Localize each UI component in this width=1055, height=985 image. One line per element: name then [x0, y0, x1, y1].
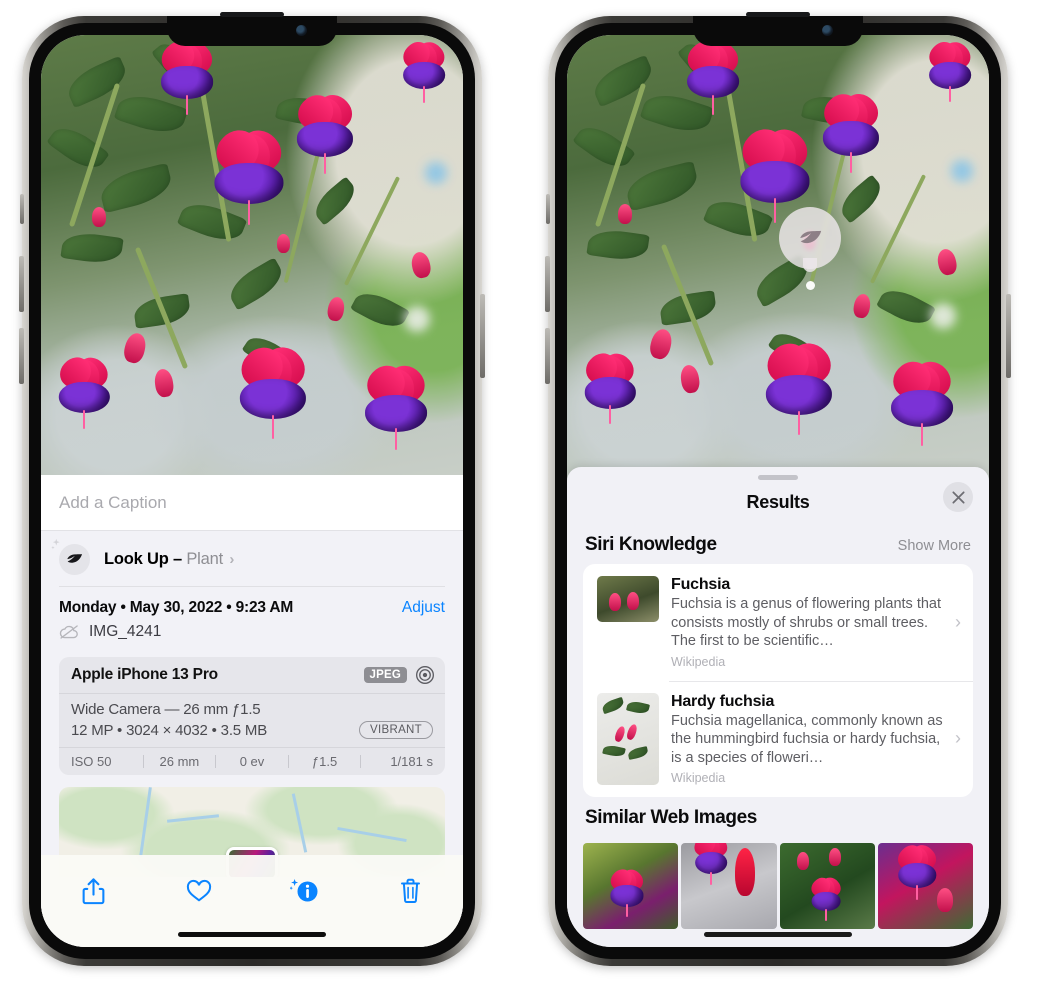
leaf-icon — [51, 538, 90, 575]
results-sheet: Results Siri Knowledge Show More Fuchsia… — [567, 467, 989, 947]
fuchsia-thumb-3[interactable] — [779, 843, 875, 930]
leaf-glyph-icon — [799, 230, 821, 243]
silent-switch[interactable] — [546, 194, 550, 224]
section-title: Siri Knowledge — [585, 534, 717, 555]
earpiece-speaker — [220, 12, 284, 17]
similar-web-images-header: Similar Web Images — [567, 797, 989, 837]
camera-device-name: Apple iPhone 13 Pro — [71, 666, 218, 683]
caption-placeholder: Add a Caption — [59, 492, 167, 512]
phone-right: Results Siri Knowledge Show More Fuchsia… — [545, 12, 1011, 966]
exif-ev: 0 ev — [239, 754, 265, 769]
camera-details-card[interactable]: Apple iPhone 13 Pro JPEG Wide Camera — 2… — [59, 657, 445, 775]
heart-icon[interactable] — [177, 871, 221, 911]
visual-lookup-dot — [806, 281, 815, 290]
cloud-slash-icon — [59, 625, 78, 639]
screenshot-root: Add a Caption Look Up – Plant › Monday •… — [0, 0, 1055, 985]
format-badge: JPEG — [363, 667, 407, 683]
adjust-button[interactable]: Adjust — [402, 599, 445, 617]
result-source: Wikipedia — [671, 771, 726, 786]
silent-switch[interactable] — [20, 194, 24, 224]
home-indicator[interactable] — [704, 932, 852, 937]
power-button[interactable] — [1006, 294, 1011, 378]
screen-left: Add a Caption Look Up – Plant › Monday •… — [41, 35, 463, 947]
look-up-subject: Plant — [186, 549, 223, 568]
front-camera — [822, 25, 833, 36]
photo-filename: IMG_4241 — [89, 623, 162, 640]
list-item[interactable]: Fuchsia Fuchsia is a genus of flowering … — [583, 564, 973, 681]
result-thumbnail — [597, 692, 659, 785]
chevron-right-icon: › — [229, 550, 235, 568]
chevron-right-icon: › — [955, 611, 961, 632]
fuchsia-thumb-4[interactable] — [877, 843, 973, 930]
camera-lens-line: Wide Camera — 26 mm ƒ1.5 — [71, 701, 261, 718]
photo-viewer[interactable] — [41, 35, 463, 487]
exif-shutter: 1/181 s — [390, 754, 433, 769]
results-header: Results — [567, 480, 989, 524]
sparkles-icon — [51, 538, 60, 549]
result-source: Wikipedia — [671, 654, 726, 669]
exif-focal: 26 mm — [159, 754, 200, 769]
section-title: Similar Web Images — [585, 807, 757, 829]
exif-iso: ISO 50 — [71, 754, 112, 769]
phone-notch — [693, 12, 863, 46]
photographic-style-badge: VIBRANT — [359, 721, 433, 739]
result-title: Hardy fuchsia — [671, 692, 775, 710]
result-description: Fuchsia is a genus of flowering plants t… — [671, 596, 942, 650]
phone-left: Add a Caption Look Up – Plant › Monday •… — [19, 12, 485, 966]
photo-foliage — [41, 35, 463, 487]
earpiece-speaker — [746, 12, 810, 17]
trash-icon[interactable] — [388, 871, 432, 911]
volume-down-button[interactable] — [19, 328, 24, 384]
phone-notch — [167, 12, 337, 46]
photo-date: Monday • May 30, 2022 • 9:23 AM — [59, 599, 294, 616]
result-title: Fuchsia — [671, 576, 731, 593]
photo-info-sheet: Add a Caption Look Up – Plant › Monday •… — [41, 475, 463, 947]
results-title: Results — [746, 491, 810, 512]
aperture-icon — [416, 666, 434, 684]
badge-tail — [803, 258, 817, 272]
look-up-label: Look Up – Plant › — [104, 550, 234, 569]
visual-lookup-leaf-icon[interactable] — [779, 207, 841, 272]
photo-metadata: Monday • May 30, 2022 • 9:23 AM Adjust I… — [41, 587, 463, 649]
caption-input[interactable]: Add a Caption — [41, 475, 463, 531]
volume-down-button[interactable] — [545, 328, 550, 384]
photo-foliage — [567, 35, 989, 481]
volume-up-button[interactable] — [19, 256, 24, 312]
front-camera — [296, 25, 307, 36]
look-up-row[interactable]: Look Up – Plant › — [41, 531, 463, 587]
siri-knowledge-header: Siri Knowledge Show More — [567, 524, 989, 564]
fuchsia-thumb-2[interactable] — [681, 843, 777, 930]
info-icon[interactable] — [283, 871, 327, 911]
share-icon[interactable] — [72, 871, 116, 911]
photo-toolbar — [41, 855, 463, 947]
siri-knowledge-card: Fuchsia Fuchsia is a genus of flowering … — [583, 564, 973, 798]
camera-size-line: 12 MP • 3024 × 4032 • 3.5 MB — [71, 721, 268, 739]
close-button[interactable] — [943, 482, 973, 512]
exif-row: ISO 50 26 mm 0 ev ƒ1.5 1/181 s — [59, 747, 445, 775]
photo-viewer[interactable] — [567, 35, 989, 481]
result-description: Fuchsia magellanica, commonly known as t… — [671, 712, 943, 766]
close-icon — [951, 490, 965, 504]
volume-up-button[interactable] — [545, 256, 550, 312]
exif-aperture: ƒ1.5 — [311, 754, 338, 769]
similar-web-images-grid — [583, 843, 973, 930]
home-indicator[interactable] — [178, 932, 326, 937]
look-up-title: Look Up – — [104, 549, 182, 568]
result-thumbnail — [597, 576, 659, 622]
show-more-button[interactable]: Show More — [898, 538, 971, 554]
fuchsia-thumb-1[interactable] — [583, 843, 679, 930]
list-item[interactable]: Hardy fuchsia Fuchsia magellanica, commo… — [583, 680, 973, 798]
screen-right: Results Siri Knowledge Show More Fuchsia… — [567, 35, 989, 947]
chevron-right-icon: › — [955, 728, 961, 749]
power-button[interactable] — [480, 294, 485, 378]
